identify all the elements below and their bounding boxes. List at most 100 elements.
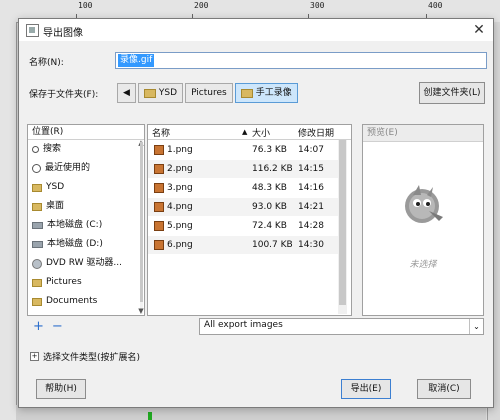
- gimp-wilber-icon: [405, 185, 443, 223]
- file-time: 14:16: [298, 183, 324, 193]
- file-size: 93.0 KB: [252, 202, 287, 212]
- file-list: 名称 ▲ 大小 修改日期 1.png 76.3 KB 14:07 2.png 116.…: [147, 124, 352, 316]
- file-name: 6.png: [167, 240, 193, 250]
- file-time: 14:21: [298, 202, 324, 212]
- place-item-documents[interactable]: Documents: [28, 292, 144, 311]
- place-label: Pictures: [46, 277, 82, 287]
- create-folder-button[interactable]: 创建文件夹(L): [419, 82, 485, 104]
- place-label: 本地磁盘 (C:): [47, 220, 103, 230]
- place-item-desktop[interactable]: 桌面: [28, 197, 144, 216]
- place-label: YSD: [46, 182, 65, 192]
- filter-value: All export images: [204, 320, 283, 330]
- places-scrollbar[interactable]: ▲ ▼: [138, 139, 143, 315]
- left-ruler: [0, 22, 17, 420]
- filename-input[interactable]: 录像.gif: [115, 52, 487, 69]
- scrollbar-thumb[interactable]: [339, 140, 346, 305]
- path-label: YSD: [158, 88, 178, 98]
- file-name: 2.png: [167, 164, 193, 174]
- place-item-search[interactable]: 搜索: [28, 140, 144, 159]
- place-item-drive-d[interactable]: 本地磁盘 (D:): [28, 235, 144, 254]
- file-row[interactable]: 6.png 100.7 KB 14:30: [148, 236, 338, 254]
- file-time: 14:28: [298, 221, 324, 231]
- place-label: 最近使用的: [45, 163, 91, 173]
- folder-icon: [32, 278, 42, 287]
- file-time: 14:15: [298, 164, 324, 174]
- export-button[interactable]: 导出(E): [341, 379, 391, 399]
- folder-icon: [143, 88, 156, 98]
- canvas-marker: [148, 412, 152, 420]
- file-time: 14:07: [298, 145, 324, 155]
- add-bookmark-icon[interactable]: +: [33, 319, 44, 334]
- place-item-dvd[interactable]: DVD RW 驱动器...: [28, 254, 144, 273]
- folder-icon: [240, 88, 253, 98]
- scrollbar-thumb[interactable]: [140, 142, 143, 302]
- place-label: DVD RW 驱动器...: [46, 258, 122, 268]
- dialog-title: 导出图像: [43, 28, 83, 39]
- close-icon[interactable]: ✕: [469, 20, 489, 40]
- dialog-titlebar: 导出图像 ✕: [19, 19, 493, 41]
- column-modified[interactable]: 修改日期: [298, 126, 334, 139]
- file-time: 14:30: [298, 240, 324, 250]
- place-item-recent[interactable]: 最近使用的: [28, 159, 144, 178]
- folder-icon: [32, 202, 42, 211]
- image-file-icon: [154, 221, 164, 231]
- path-back-button[interactable]: ◀: [117, 83, 136, 103]
- preview-header[interactable]: 预览(E): [363, 125, 483, 142]
- file-list-scrollbar[interactable]: [338, 140, 347, 314]
- file-row[interactable]: 5.png 72.4 KB 14:28: [148, 217, 338, 235]
- path-segment-ysd[interactable]: YSD: [137, 83, 184, 103]
- folder-icon: [32, 297, 42, 306]
- chevron-down-icon[interactable]: ⌄: [469, 319, 483, 334]
- preview-empty-text: 未选择: [409, 260, 437, 270]
- file-row[interactable]: 4.png 93.0 KB 14:21: [148, 198, 338, 216]
- search-icon: [32, 146, 39, 153]
- place-label: Documents: [46, 296, 98, 306]
- path-segment-pictures[interactable]: Pictures: [185, 83, 233, 103]
- file-type-expander[interactable]: + 选择文件类型(按扩展名): [30, 350, 140, 363]
- help-button[interactable]: 帮助(H): [36, 379, 86, 399]
- file-row[interactable]: 3.png 48.3 KB 14:16: [148, 179, 338, 197]
- app-icon: [26, 24, 39, 37]
- sort-ascending-icon[interactable]: ▲: [242, 128, 247, 136]
- file-size: 100.7 KB: [252, 240, 293, 250]
- ruler-label: 400: [428, 1, 443, 10]
- recent-icon: [32, 164, 41, 173]
- path-label: Pictures: [191, 88, 227, 98]
- file-name: 4.png: [167, 202, 193, 212]
- path-label: 手工录像: [255, 88, 292, 98]
- file-row[interactable]: 2.png 116.2 KB 14:15: [148, 160, 338, 178]
- remove-bookmark-icon[interactable]: −: [52, 319, 63, 334]
- place-item-drive-c[interactable]: 本地磁盘 (C:): [28, 216, 144, 235]
- scroll-down-icon[interactable]: ▼: [136, 307, 144, 315]
- file-filter-select[interactable]: All export images ⌄: [199, 318, 484, 335]
- left-arrow-icon: ◀: [123, 88, 130, 98]
- file-size: 48.3 KB: [252, 183, 287, 193]
- drive-icon: [32, 241, 43, 248]
- path-segment-current[interactable]: 手工录像: [234, 83, 298, 103]
- places-toolbar: + −: [33, 319, 71, 334]
- image-file-icon: [154, 202, 164, 212]
- place-item-ysd[interactable]: YSD: [28, 178, 144, 197]
- place-label: 桌面: [46, 201, 65, 211]
- dvd-icon: [32, 258, 42, 269]
- place-item-pictures[interactable]: Pictures: [28, 273, 144, 292]
- place-label: 搜索: [43, 144, 62, 154]
- file-size: 72.4 KB: [252, 221, 287, 231]
- column-name[interactable]: 名称: [152, 126, 170, 139]
- image-file-icon: [154, 183, 164, 193]
- image-file-icon: [154, 240, 164, 250]
- places-panel: 位置(R) 搜索 最近使用的 YSD 桌面 本地磁盘 (C:) 本地磁盘 (D:…: [27, 124, 145, 316]
- filename-value[interactable]: 录像.gif: [118, 54, 155, 67]
- file-row[interactable]: 1.png 76.3 KB 14:07: [148, 141, 338, 159]
- preview-panel: 预览(E) 未选择: [362, 124, 484, 316]
- cancel-button[interactable]: 取消(C): [417, 379, 471, 399]
- folder-icon: [32, 183, 42, 192]
- file-size: 116.2 KB: [252, 164, 293, 174]
- column-size[interactable]: 大小: [252, 126, 270, 139]
- places-header[interactable]: 位置(R): [28, 125, 144, 140]
- ruler-label: 300: [310, 1, 325, 10]
- file-name: 5.png: [167, 221, 193, 231]
- expand-icon[interactable]: +: [30, 352, 39, 361]
- ruler-label: 200: [194, 1, 209, 10]
- image-file-icon: [154, 164, 164, 174]
